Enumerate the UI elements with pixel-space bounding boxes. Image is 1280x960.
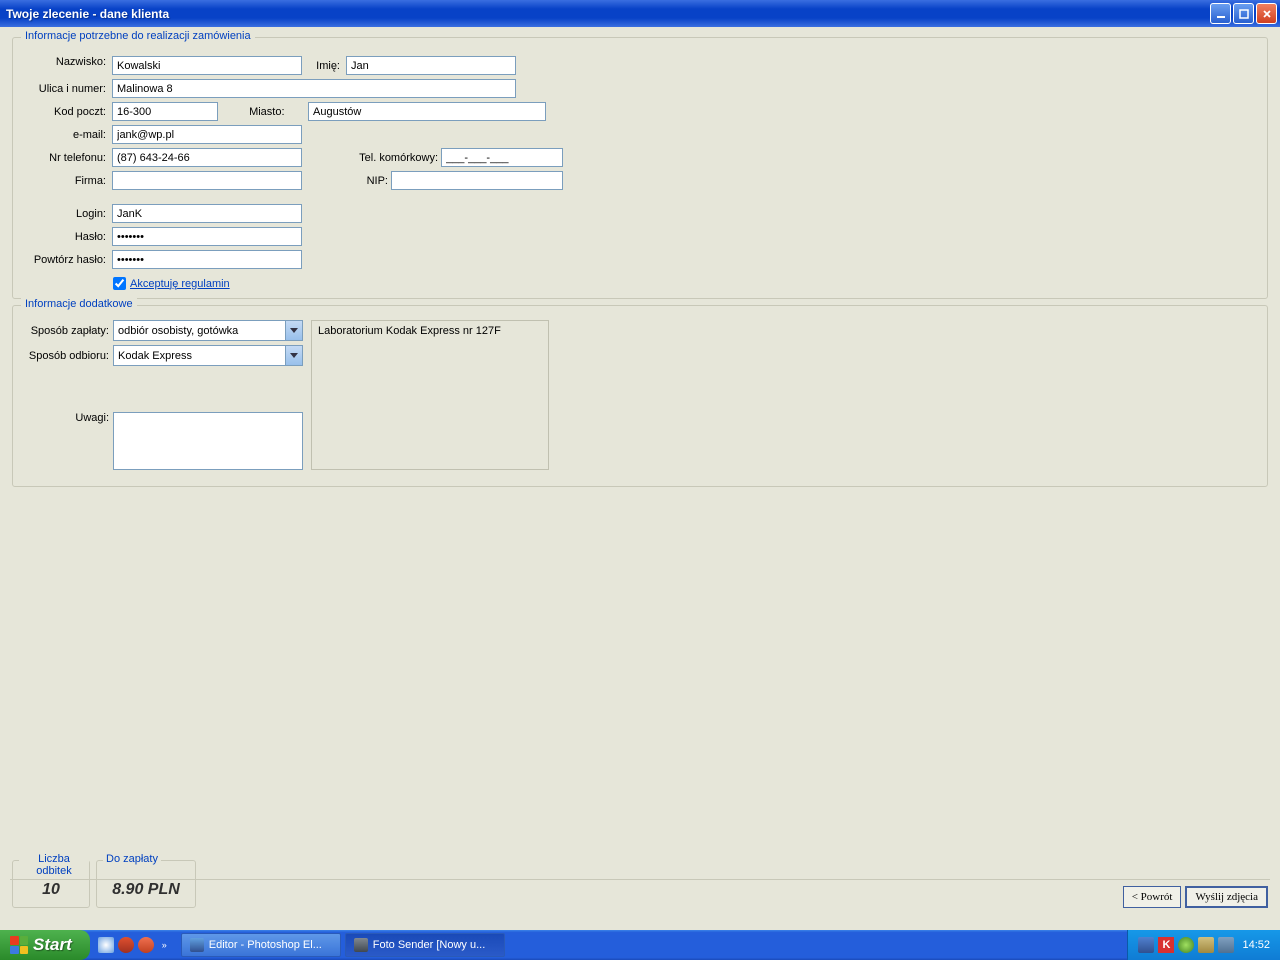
additional-info-legend: Informacje dodatkowe [21,298,137,310]
start-button[interactable]: Start [0,930,90,960]
close-button[interactable] [1256,3,1277,24]
quick-icon-2[interactable] [118,937,134,953]
city-input[interactable] [308,102,546,121]
divider [10,879,1270,880]
zip-input[interactable] [112,102,218,121]
email-label: e-mail: [21,125,109,144]
zip-label: Kod poczt: [21,102,109,121]
quick-icon-1[interactable] [98,937,114,953]
quick-icon-3[interactable] [138,937,154,953]
additional-info-group: Informacje dodatkowe Sposób zapłaty: odb… [12,305,1268,487]
task2-label: Foto Sender [Nowy u... [373,939,486,951]
firstname-input[interactable] [346,56,516,75]
chevron-down-icon [285,321,302,340]
content-area: Informacje potrzebne do realizacji zamów… [0,27,1280,920]
accept-terms-checkbox[interactable] [113,277,126,290]
payment-label: Sposób zapłaty: [21,325,109,337]
maximize-button[interactable] [1233,3,1254,24]
delivery-value: Kodak Express [114,350,285,362]
taskbar-item-2[interactable]: Foto Sender [Nowy u... [345,933,505,957]
accept-terms-link[interactable]: Akceptuję regulamin [130,278,230,290]
street-label: Ulica i numer: [21,79,109,98]
quick-chevron-icon[interactable]: » [158,940,171,950]
send-button[interactable]: Wyślij zdjęcia [1185,886,1268,908]
lab-info-text: Laboratorium Kodak Express nr 127F [318,325,501,337]
mobile-input[interactable] [441,148,563,167]
pay-value: 8.90 PLN [105,881,187,899]
surname-input[interactable] [112,56,302,75]
back-button[interactable]: < Powrót [1123,886,1182,908]
windows-logo-icon [10,936,28,954]
window-controls [1210,3,1277,24]
login-input[interactable] [112,204,302,223]
password-input[interactable] [112,227,302,246]
notes-label: Uwagi: [21,412,109,424]
tray-icon-4[interactable] [1198,937,1214,953]
start-label: Start [33,935,72,955]
pay-box: Do zapłaty 8.90 PLN [96,860,196,908]
tray-icon-5[interactable] [1218,937,1234,953]
street-input[interactable] [112,79,516,98]
customer-info-group: Informacje potrzebne do realizacji zamów… [12,37,1268,299]
password-label: Hasło: [21,227,109,246]
app-icon [354,938,368,952]
taskbar-item-1[interactable]: Editor - Photoshop El... [181,933,341,957]
lab-info-panel: Laboratorium Kodak Express nr 127F [311,320,549,470]
count-box: Liczba odbitek 10 [12,860,90,908]
city-label: Miasto: [221,106,284,118]
payment-select[interactable]: odbiór osobisty, gotówka [113,320,303,341]
firstname-label: Imię: [305,56,343,75]
company-input[interactable] [112,171,302,190]
notes-textarea[interactable] [113,412,303,470]
count-value: 10 [21,881,81,899]
tray-icon-1[interactable] [1138,937,1154,953]
summary-area: Liczba odbitek 10 Do zapłaty 8.90 PLN [12,860,196,908]
clock[interactable]: 14:52 [1238,939,1270,951]
company-label: Firma: [21,171,109,190]
surname-label: Nazwisko: [21,56,109,68]
titlebar: Twoje zlecenie - dane klienta [0,0,1280,27]
minimize-button[interactable] [1210,3,1231,24]
pay-label: Do zapłaty [103,853,161,865]
window-title: Twoje zlecenie - dane klienta [6,7,169,21]
task1-label: Editor - Photoshop El... [209,939,322,951]
delivery-select[interactable]: Kodak Express [113,345,303,366]
phone-label: Nr telefonu: [21,148,109,167]
tray-icon-3[interactable] [1178,937,1194,953]
customer-info-legend: Informacje potrzebne do realizacji zamów… [21,30,255,42]
mobile-label: Tel. komórkowy: [358,152,438,164]
tray-icon-2[interactable]: K [1158,937,1174,953]
password-repeat-input[interactable] [112,250,302,269]
password-repeat-label: Powtórz hasło: [21,250,109,269]
chevron-down-icon [285,346,302,365]
delivery-label: Sposób odbioru: [21,350,109,362]
system-tray: K 14:52 [1127,930,1280,960]
taskbar: Start » Editor - Photoshop El... Foto Se… [0,930,1280,960]
phone-input[interactable] [112,148,302,167]
nip-label: NIP: [308,175,388,187]
payment-value: odbiór osobisty, gotówka [114,325,285,337]
count-label: Liczba odbitek [19,853,89,877]
email-input[interactable] [112,125,302,144]
login-label: Login: [21,204,109,223]
footer-buttons: < Powrót Wyślij zdjęcia [1123,886,1268,908]
nip-input[interactable] [391,171,563,190]
app-icon [190,938,204,952]
quick-launch: » [90,930,179,960]
